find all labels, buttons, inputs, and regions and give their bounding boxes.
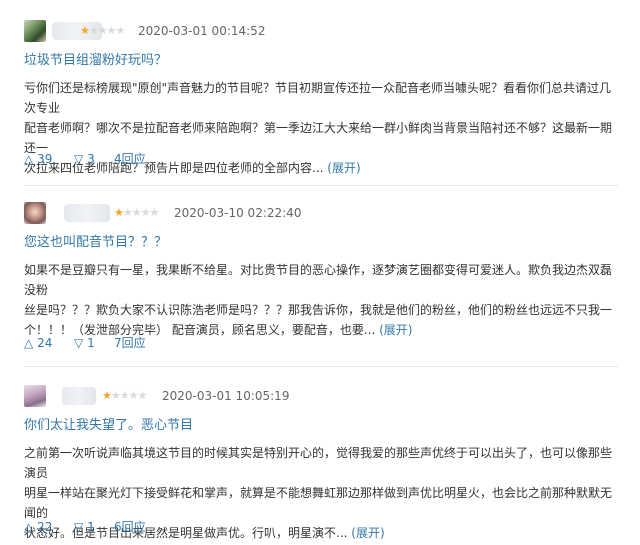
star-full-icon: ★ bbox=[114, 206, 124, 219]
expand-link[interactable]: (展开) bbox=[351, 526, 384, 540]
content-line-last: 次拉来四位老师陪跑？预告片即是四位老师的全部内容... (展开) bbox=[24, 158, 614, 178]
content-line: 明星一样站在聚光灯下接受鲜花和掌声，就算是不能想舞虹那边那样做到声优比明星火，也… bbox=[24, 486, 613, 520]
review-time: 2020-03-01 00:14:52 bbox=[138, 24, 266, 38]
upvote-button[interactable]: △ 24 bbox=[24, 334, 52, 352]
star-full-icon: ★ bbox=[80, 24, 90, 37]
review-header: ★★★★★ 2020-03-01 10:05:19 bbox=[24, 385, 624, 409]
thumb-down-icon: ▽ bbox=[74, 152, 84, 166]
downvote-button[interactable]: ▽ 1 bbox=[74, 518, 95, 536]
username-blurred[interactable] bbox=[64, 204, 110, 222]
star-empty-icon: ★★★★ bbox=[88, 24, 125, 37]
review-title[interactable]: 您这也叫配音节目？？？ bbox=[24, 234, 167, 252]
upvote-count: 39 bbox=[37, 152, 53, 166]
review-time: 2020-03-10 02:22:40 bbox=[174, 206, 302, 220]
upvote-button[interactable]: △ 39 bbox=[24, 150, 52, 168]
upvote-button[interactable]: △ 22 bbox=[24, 518, 52, 536]
review-item: ★★★★★ 2020-03-10 02:22:40 您这也叫配音节目？？？ 如果… bbox=[0, 202, 640, 367]
review-content: 如果不是豆瓣只有一星，我果断不给星。对比贵节目的恶心操作，逐梦演艺圈都变得可爱迷… bbox=[24, 260, 614, 340]
content-text: 状态好。但是节目出来居然是明星做声优。行叭，明星演不... bbox=[24, 526, 348, 540]
thumb-up-icon: △ bbox=[24, 152, 34, 166]
replies-link[interactable]: 6回应 bbox=[114, 518, 146, 536]
review-item: ★★★★★ 2020-03-01 00:14:52 垃圾节目组溜粉好玩吗？ 亏你… bbox=[0, 20, 640, 186]
star-empty-icon: ★★★★ bbox=[122, 206, 159, 219]
content-line: 亏你们还是标榜展现"原创"声音魅力的节目呢？节目初期宣传还拉一众配音老师当噱头呢… bbox=[24, 81, 612, 115]
username-blurred[interactable] bbox=[62, 387, 96, 405]
review-header: ★★★★★ 2020-03-01 00:14:52 bbox=[24, 20, 624, 44]
star-full-icon: ★ bbox=[102, 389, 112, 402]
thumb-up-icon: △ bbox=[24, 520, 34, 534]
downvote-button[interactable]: ▽ 1 bbox=[74, 334, 95, 352]
content-line-last: 个！！！（发泄部分完毕） 配音演员，顾名思义，要配音，也要... (展开) bbox=[24, 320, 614, 340]
review-header: ★★★★★ 2020-03-10 02:22:40 bbox=[24, 202, 624, 226]
review-title[interactable]: 垃圾节目组溜粉好玩吗？ bbox=[24, 52, 167, 70]
avatar[interactable] bbox=[24, 20, 46, 42]
thumb-down-icon: ▽ bbox=[74, 336, 84, 350]
content-text: 次拉来四位老师陪跑？预告片即是四位老师的全部内容... bbox=[24, 161, 324, 175]
content-line: 之前第一次听说声临其境这节目的时候其实是特别开心的，觉得我爱的那些声优终于可以出… bbox=[24, 446, 613, 480]
review-content: 之前第一次听说声临其境这节目的时候其实是特别开心的，觉得我爱的那些声优终于可以出… bbox=[24, 443, 614, 543]
content-line-last: 状态好。但是节目出来居然是明星做声优。行叭，明星演不... (展开) bbox=[24, 523, 614, 543]
rating-stars: ★★★★★ bbox=[80, 24, 125, 38]
expand-link[interactable]: (展开) bbox=[379, 323, 412, 337]
downvote-count: 1 bbox=[87, 520, 95, 534]
avatar[interactable] bbox=[24, 202, 46, 224]
avatar[interactable] bbox=[24, 385, 46, 407]
content-line: 丝是吗？？？欺负大家不认识陈浩老师是吗？？？那我告诉你，我就是他们的粉丝，他们的… bbox=[24, 303, 613, 317]
review-item: ★★★★★ 2020-03-01 10:05:19 你们太让我失望了。恶心节目 … bbox=[0, 385, 640, 540]
rating-stars: ★★★★★ bbox=[114, 206, 159, 220]
review-time: 2020-03-01 10:05:19 bbox=[162, 389, 290, 403]
downvote-count: 3 bbox=[87, 152, 95, 166]
star-empty-icon: ★★★★ bbox=[110, 389, 147, 402]
review-title[interactable]: 你们太让我失望了。恶心节目 bbox=[24, 417, 193, 435]
upvote-count: 22 bbox=[37, 520, 53, 534]
rating-stars: ★★★★★ bbox=[102, 389, 147, 403]
replies-link[interactable]: 4回应 bbox=[114, 150, 146, 168]
downvote-button[interactable]: ▽ 3 bbox=[74, 150, 95, 168]
replies-link[interactable]: 7回应 bbox=[114, 334, 146, 352]
upvote-count: 24 bbox=[37, 336, 53, 350]
thumb-down-icon: ▽ bbox=[74, 520, 84, 534]
thumb-up-icon: △ bbox=[24, 336, 34, 350]
content-line: 配音老师啊？哪次不是拉配音老师来陪跑啊？第一季边江大大来给一群小鲜肉当背景当陪衬… bbox=[24, 121, 613, 155]
divider bbox=[24, 185, 618, 186]
downvote-count: 1 bbox=[87, 336, 95, 350]
content-line: 如果不是豆瓣只有一星，我果断不给星。对比贵节目的恶心操作，逐梦演艺圈都变得可爱迷… bbox=[24, 263, 613, 297]
divider bbox=[24, 366, 618, 367]
expand-link[interactable]: (展开) bbox=[327, 161, 360, 175]
review-content: 亏你们还是标榜展现"原创"声音魅力的节目呢？节目初期宣传还拉一众配音老师当噱头呢… bbox=[24, 78, 614, 178]
